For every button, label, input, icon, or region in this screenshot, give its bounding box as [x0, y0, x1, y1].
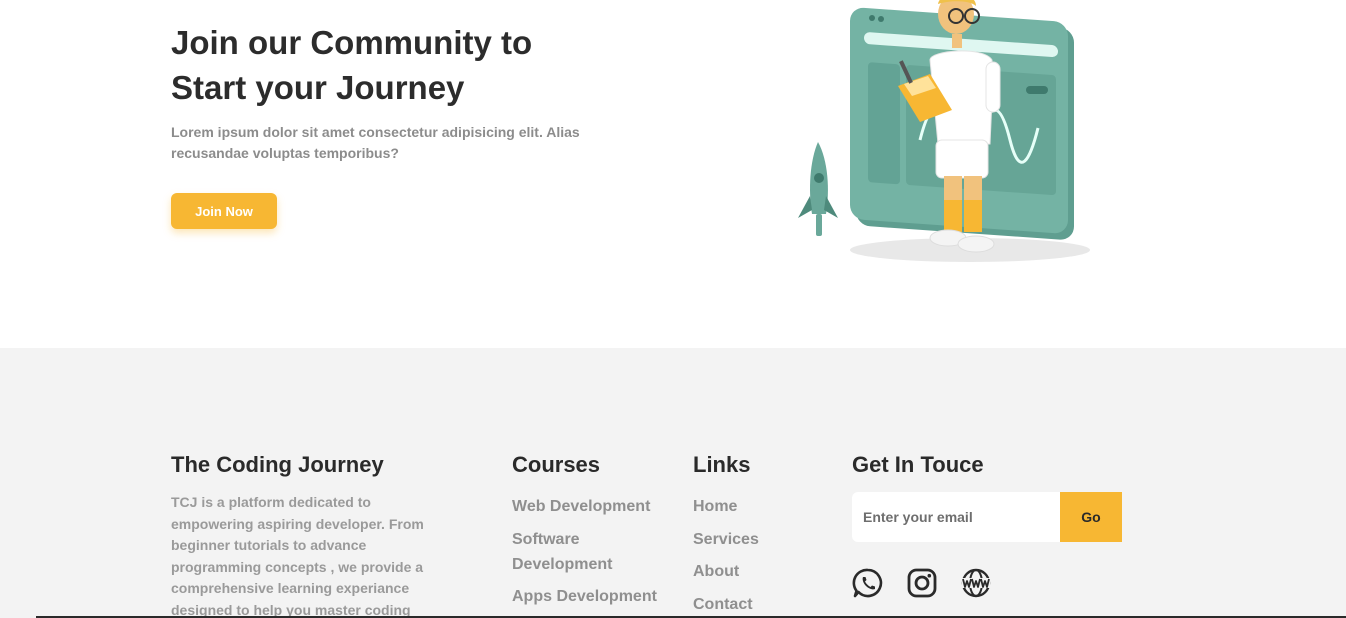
footer-link-home[interactable]: Home: [693, 494, 813, 519]
footer-brand-description: TCJ is a platform dedicated to empowerin…: [171, 494, 424, 618]
hero-description: Lorem ipsum dolor sit amet consectetur a…: [171, 124, 580, 161]
newsletter-form: Go: [852, 492, 1122, 542]
links-list: Home Services About Contact: [693, 494, 813, 618]
globe-www-icon[interactable]: [960, 567, 992, 599]
courses-list: Web Development Software Development App…: [512, 494, 662, 617]
footer: The Coding Journey TCJ is a platform ded…: [0, 348, 1346, 618]
rocket-illustration: [798, 142, 838, 236]
developer-illustration: [798, 0, 1090, 262]
instagram-icon[interactable]: [906, 567, 938, 599]
social-icons: [852, 567, 992, 599]
course-link-apps-development[interactable]: Apps Development: [512, 584, 662, 609]
hero-title: Join our Community to Start your Journey: [171, 20, 591, 110]
footer-contact-title: Get In Touce: [852, 452, 984, 477]
whatsapp-icon[interactable]: [852, 567, 884, 599]
hero-section: Join our Community to Start your Journey…: [0, 0, 1346, 348]
footer-links-title: Links: [693, 452, 751, 477]
go-button[interactable]: Go: [1060, 492, 1122, 542]
footer-courses-title: Courses: [512, 452, 601, 477]
email-input[interactable]: [852, 492, 1060, 542]
course-link-software-development[interactable]: Software Development: [512, 527, 662, 577]
course-link-web-development[interactable]: Web Development: [512, 494, 662, 519]
footer-link-services[interactable]: Services: [693, 527, 813, 552]
footer-link-about[interactable]: About: [693, 559, 813, 584]
hero-title-line2: Start your Journey: [171, 69, 465, 106]
hero-title-line1: Join our Community to: [171, 24, 533, 61]
footer-link-contact[interactable]: Contact: [693, 592, 813, 617]
join-now-button[interactable]: Join Now: [171, 193, 277, 229]
footer-brand-title: The Coding Journey: [171, 452, 384, 477]
